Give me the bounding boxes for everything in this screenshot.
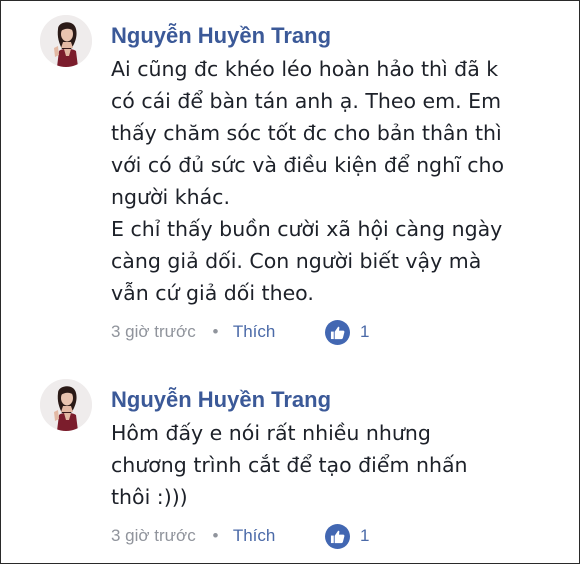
comment-author[interactable]: Nguyễn Huyền Trang — [111, 21, 571, 51]
comment-timestamp[interactable]: 3 giờ trước — [111, 322, 196, 341]
comment-line: vẫn cứ giả dối theo. — [111, 281, 314, 305]
meta-separator: • — [212, 322, 219, 341]
comment-author[interactable]: Nguyễn Huyền Trang — [111, 385, 571, 415]
comment-timestamp[interactable]: 3 giờ trước — [111, 526, 196, 545]
comment-text: Ai cũng đc khéo léo hoàn hảo thì đã k có… — [111, 53, 571, 309]
comment-meta: 3 giờ trước • Thích 1 — [111, 317, 571, 347]
like-button[interactable]: Thích — [233, 526, 276, 545]
like-button[interactable]: Thích — [233, 322, 276, 341]
comment-line: người khác. — [111, 185, 230, 209]
comment-line: thấy chăm sóc tốt đc cho bản thân thì — [111, 121, 502, 145]
meta-separator: • — [212, 526, 219, 545]
avatar[interactable] — [40, 15, 92, 67]
comment-line: Ai cũng đc khéo léo hoàn hảo thì đã k — [111, 57, 499, 81]
like-reaction-badge[interactable] — [325, 320, 350, 345]
comment-text: Hôm đấy e nói rất nhiều nhưng chương trì… — [111, 417, 571, 513]
comment-line: chương trình cắt để tạo điểm nhấn — [111, 453, 468, 477]
comment-line: với có đủ sức và điều kiện để nghĩ cho — [111, 153, 505, 177]
comment-line: Hôm đấy e nói rất nhiều nhưng — [111, 421, 431, 445]
thumbs-up-icon — [330, 530, 345, 544]
like-reaction-badge[interactable] — [325, 524, 350, 549]
comment-thread: Nguyễn Huyền Trang Ai cũng đc khéo léo h… — [0, 0, 580, 564]
like-count[interactable]: 1 — [360, 521, 369, 551]
thumbs-up-icon — [330, 326, 345, 340]
comment-line: E chỉ thấy buồn cười xã hội càng ngày — [111, 217, 503, 241]
avatar[interactable] — [40, 379, 92, 431]
comment-line: có cái để bàn tán anh ạ. Theo em. Em — [111, 89, 502, 113]
comment-line: thôi :))) — [111, 485, 188, 509]
comment-line: càng giả dối. Con người biết vậy mà — [111, 249, 482, 273]
like-count[interactable]: 1 — [360, 317, 369, 347]
comment-meta: 3 giờ trước • Thích 1 — [111, 521, 571, 551]
